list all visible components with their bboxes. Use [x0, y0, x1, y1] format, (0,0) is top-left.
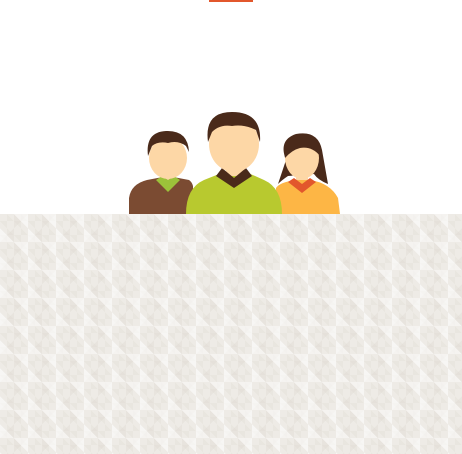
- content-panel: [0, 214, 462, 454]
- onboarding-screen: [0, 0, 462, 454]
- people-group-icon: [129, 112, 340, 214]
- person-center-icon: [186, 112, 282, 214]
- person-right-icon: [276, 133, 340, 214]
- person-left-icon: [129, 130, 193, 214]
